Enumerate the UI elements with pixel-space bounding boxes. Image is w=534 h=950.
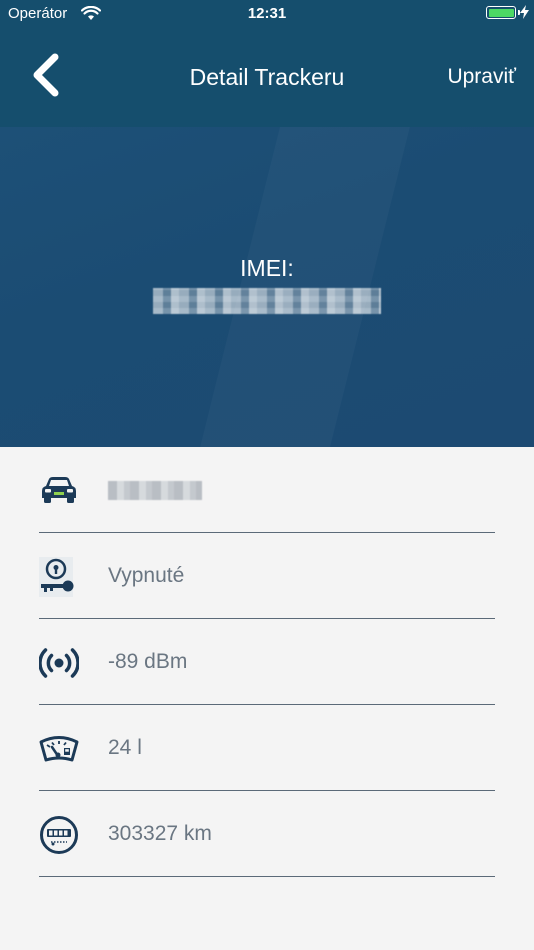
fuel-level: 24 l bbox=[108, 736, 142, 759]
clock: 12:31 bbox=[247, 5, 287, 22]
imei-banner: IMEI: bbox=[0, 127, 534, 447]
fuel-gauge-icon bbox=[39, 729, 79, 769]
detail-row-fuel: 24 l bbox=[39, 705, 495, 791]
detail-row-vehicle bbox=[39, 447, 495, 533]
detail-row-ignition: Vypnuté bbox=[39, 533, 495, 619]
ignition-key-icon bbox=[39, 557, 79, 597]
detail-row-odometer: 303327 km bbox=[39, 791, 495, 877]
signal-strength: -89 dBm bbox=[108, 650, 188, 673]
tracker-details-list: Vypnuté -89 dBm 24 l 303327 km bbox=[38, 447, 495, 877]
detail-row-signal: -89 dBm bbox=[38, 619, 495, 705]
imei-value-redacted bbox=[153, 288, 381, 314]
odometer-icon bbox=[39, 815, 79, 855]
edit-button[interactable]: Upraviť bbox=[447, 65, 516, 89]
imei-label: IMEI: bbox=[240, 255, 294, 281]
vehicle-name-redacted bbox=[108, 481, 202, 500]
ignition-status: Vypnuté bbox=[108, 564, 185, 587]
car-icon bbox=[39, 471, 79, 511]
battery-icon bbox=[486, 6, 516, 19]
status-bar: Operátor 12:31 bbox=[0, 0, 534, 28]
navigation-header: Operátor 12:31 Detail Trackeru Upraviť bbox=[0, 0, 534, 127]
signal-icon bbox=[38, 643, 80, 683]
charging-bolt-icon bbox=[520, 5, 529, 23]
banner-shade bbox=[195, 127, 415, 447]
odometer-value: 303327 km bbox=[108, 822, 212, 845]
